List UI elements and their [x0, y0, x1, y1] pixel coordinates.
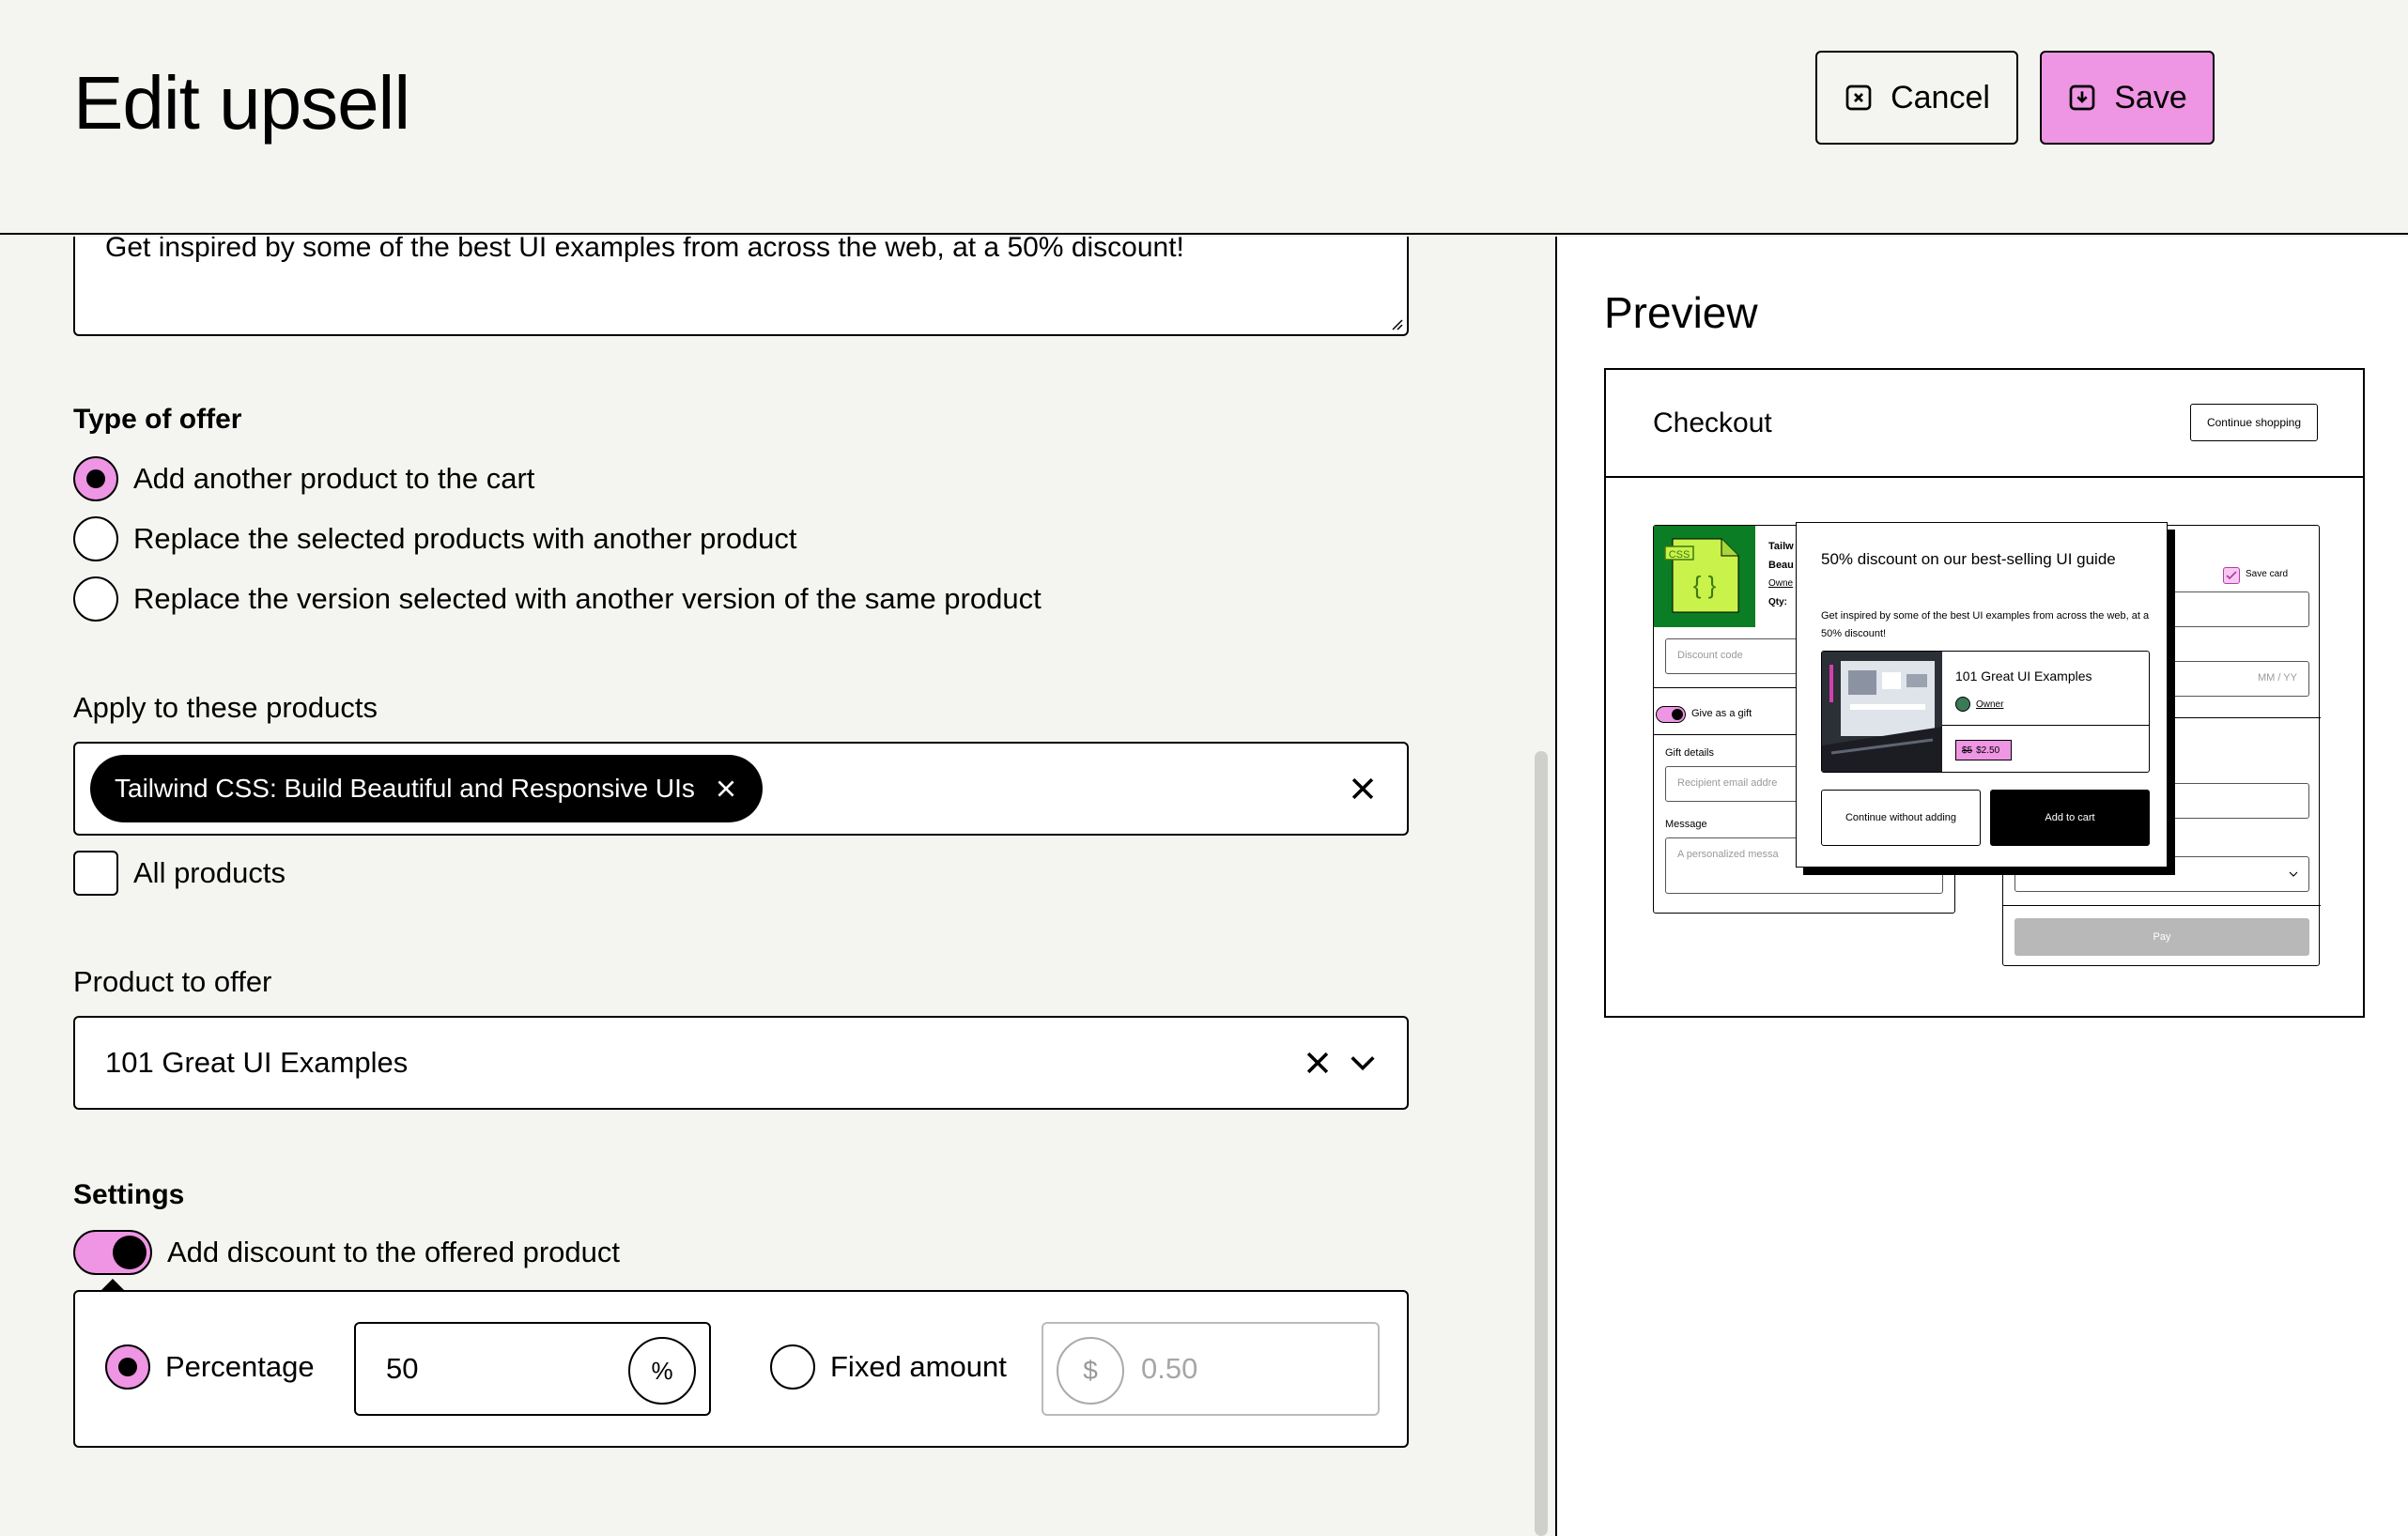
cancel-label: Cancel	[1891, 79, 1990, 115]
add-to-cart-button[interactable]: Add to cart	[1990, 790, 2150, 846]
checkout-preview: Checkout Continue shopping CSS { } Tailw…	[1604, 368, 2365, 1018]
radio-unselected[interactable]	[73, 576, 118, 622]
owner-avatar	[1955, 697, 1970, 712]
price-tag: $5 $2.50	[1955, 740, 2013, 760]
description-textarea[interactable]: Get inspired by some of the best UI exam…	[73, 237, 1409, 336]
discount-toggle[interactable]	[73, 1230, 152, 1275]
discount-toggle-label: Add discount to the offered product	[167, 1236, 620, 1268]
scrollbar-thumb[interactable]	[1535, 751, 1548, 1536]
clear-selection-icon[interactable]	[1347, 773, 1379, 805]
offer-option-replace-products[interactable]: Replace the selected products with anoth…	[73, 516, 797, 561]
continue-shopping-button[interactable]: Continue shopping	[2190, 404, 2318, 441]
popup-product-name: 101 Great UI Examples	[1955, 668, 2092, 684]
offer-option-add[interactable]: Add another product to the cart	[73, 456, 534, 501]
page-title: Edit upsell	[73, 61, 410, 145]
give-as-gift-label: Give as a gift	[1691, 708, 1752, 719]
checkout-header: Checkout Continue shopping	[1606, 370, 2363, 478]
product-chip[interactable]: Tailwind CSS: Build Beautiful and Respon…	[90, 755, 763, 822]
page-header: Edit upsell Cancel Save	[0, 0, 2408, 235]
radio-unselected[interactable]	[73, 516, 118, 561]
product-thumbnail: CSS { }	[1654, 526, 1755, 627]
product-to-offer-select[interactable]: 101 Great UI Examples	[73, 1016, 1409, 1110]
clear-selection-icon[interactable]	[1302, 1047, 1334, 1079]
product-image	[1822, 652, 1942, 772]
popup-body: Get inspired by some of the best UI exam…	[1821, 610, 2150, 639]
upsell-form: Get inspired by some of the best UI exam…	[0, 237, 1531, 1536]
all-products-checkbox[interactable]	[73, 851, 118, 896]
chevron-down-icon[interactable]	[1347, 1047, 1379, 1079]
remove-chip-icon[interactable]	[714, 776, 738, 801]
radio-selected[interactable]	[73, 456, 118, 501]
divider	[1942, 725, 2149, 726]
old-price: $5	[1962, 745, 1973, 756]
fixed-amount-label: Fixed amount	[830, 1350, 1007, 1383]
fixed-amount-input[interactable]: $ 0.50	[1042, 1322, 1380, 1416]
popup-owner: Owner	[1976, 699, 2004, 710]
discount-settings-box: Percentage 50 % Fixed amount $ 0.50	[73, 1279, 1409, 1448]
percentage-option[interactable]: Percentage	[105, 1344, 315, 1390]
apply-products-label: Apply to these products	[73, 691, 378, 724]
cart-product-owner: Owne	[1768, 578, 1794, 589]
product-to-offer-label: Product to offer	[73, 965, 272, 998]
settings-label: Settings	[73, 1179, 185, 1210]
upsell-popup: 50% discount on our best-selling UI guid…	[1796, 522, 2175, 875]
save-label: Save	[2114, 79, 2187, 115]
fixed-amount-option[interactable]: Fixed amount	[770, 1344, 1007, 1390]
percentage-input[interactable]: 50 %	[354, 1322, 711, 1416]
percentage-label: Percentage	[165, 1350, 315, 1383]
cart-product-name: Tailw	[1768, 541, 1794, 552]
percent-unit: %	[628, 1337, 696, 1405]
product-to-offer-value: 101 Great UI Examples	[105, 1046, 409, 1079]
cart-qty: Qty:	[1768, 597, 1787, 607]
product-chip-label: Tailwind CSS: Build Beautiful and Respon…	[115, 774, 695, 803]
pay-button[interactable]: Pay	[2014, 918, 2309, 956]
chevron-down-icon	[2289, 871, 2298, 877]
cancel-button[interactable]: Cancel	[1815, 51, 2018, 145]
css-badge: CSS	[1669, 549, 1690, 561]
css-file-icon: CSS { }	[1654, 526, 1755, 627]
gift-toggle[interactable]	[1656, 706, 1686, 723]
percentage-value: 50	[386, 1352, 419, 1385]
offer-option-label: Add another product to the cart	[133, 462, 535, 495]
save-button[interactable]: Save	[2040, 51, 2215, 145]
message-label: Message	[1665, 819, 1707, 830]
apply-products-multiselect[interactable]: Tailwind CSS: Build Beautiful and Respon…	[73, 742, 1409, 836]
check-icon	[2226, 571, 2237, 580]
radio-selected[interactable]	[105, 1344, 150, 1390]
popup-box: 50% discount on our best-selling UI guid…	[1796, 522, 2168, 868]
download-square-icon	[2069, 84, 2095, 111]
offer-option-label: Replace the selected products with anoth…	[133, 522, 797, 555]
gift-details-label: Gift details	[1665, 747, 1714, 759]
popup-owner-link[interactable]: Owner	[1955, 697, 2003, 712]
popup-product-card: 101 Great UI Examples Owner $5 $2.50	[1821, 651, 2150, 773]
fixed-amount-placeholder: 0.50	[1141, 1352, 1198, 1385]
preview-title: Preview	[1604, 288, 1758, 337]
type-of-offer-label: Type of offer	[73, 404, 242, 435]
radio-unselected[interactable]	[770, 1344, 815, 1390]
divider	[2003, 905, 2321, 906]
preview-panel: Preview Checkout Continue shopping CSS {…	[1555, 237, 2408, 1536]
popover-notch	[100, 1279, 126, 1292]
continue-without-adding-button[interactable]: Continue without adding	[1821, 790, 1981, 846]
offer-option-label: Replace the version selected with anothe…	[133, 582, 1042, 615]
all-products-checkbox-row[interactable]: All products	[73, 851, 286, 896]
laptop-image	[1822, 652, 1942, 772]
resize-handle-icon[interactable]	[1390, 317, 1403, 330]
popup-heading: 50% discount on our best-selling UI guid…	[1821, 550, 2116, 568]
cart-product-name-2: Beau	[1768, 560, 1794, 571]
new-price: $2.50	[1976, 745, 2000, 756]
all-products-label: All products	[133, 856, 286, 889]
save-card-label: Save card	[2246, 569, 2289, 579]
dollar-unit: $	[1057, 1337, 1124, 1405]
description-text: Get inspired by some of the best UI exam…	[105, 237, 1184, 263]
save-card-checkbox[interactable]	[2223, 567, 2240, 584]
svg-text:{ }: { }	[1693, 571, 1717, 599]
discount-toggle-row[interactable]: Add discount to the offered product	[73, 1230, 620, 1275]
checkout-title: Checkout	[1653, 407, 1772, 438]
offer-option-replace-version[interactable]: Replace the version selected with anothe…	[73, 576, 1042, 622]
close-square-icon	[1845, 84, 1872, 111]
